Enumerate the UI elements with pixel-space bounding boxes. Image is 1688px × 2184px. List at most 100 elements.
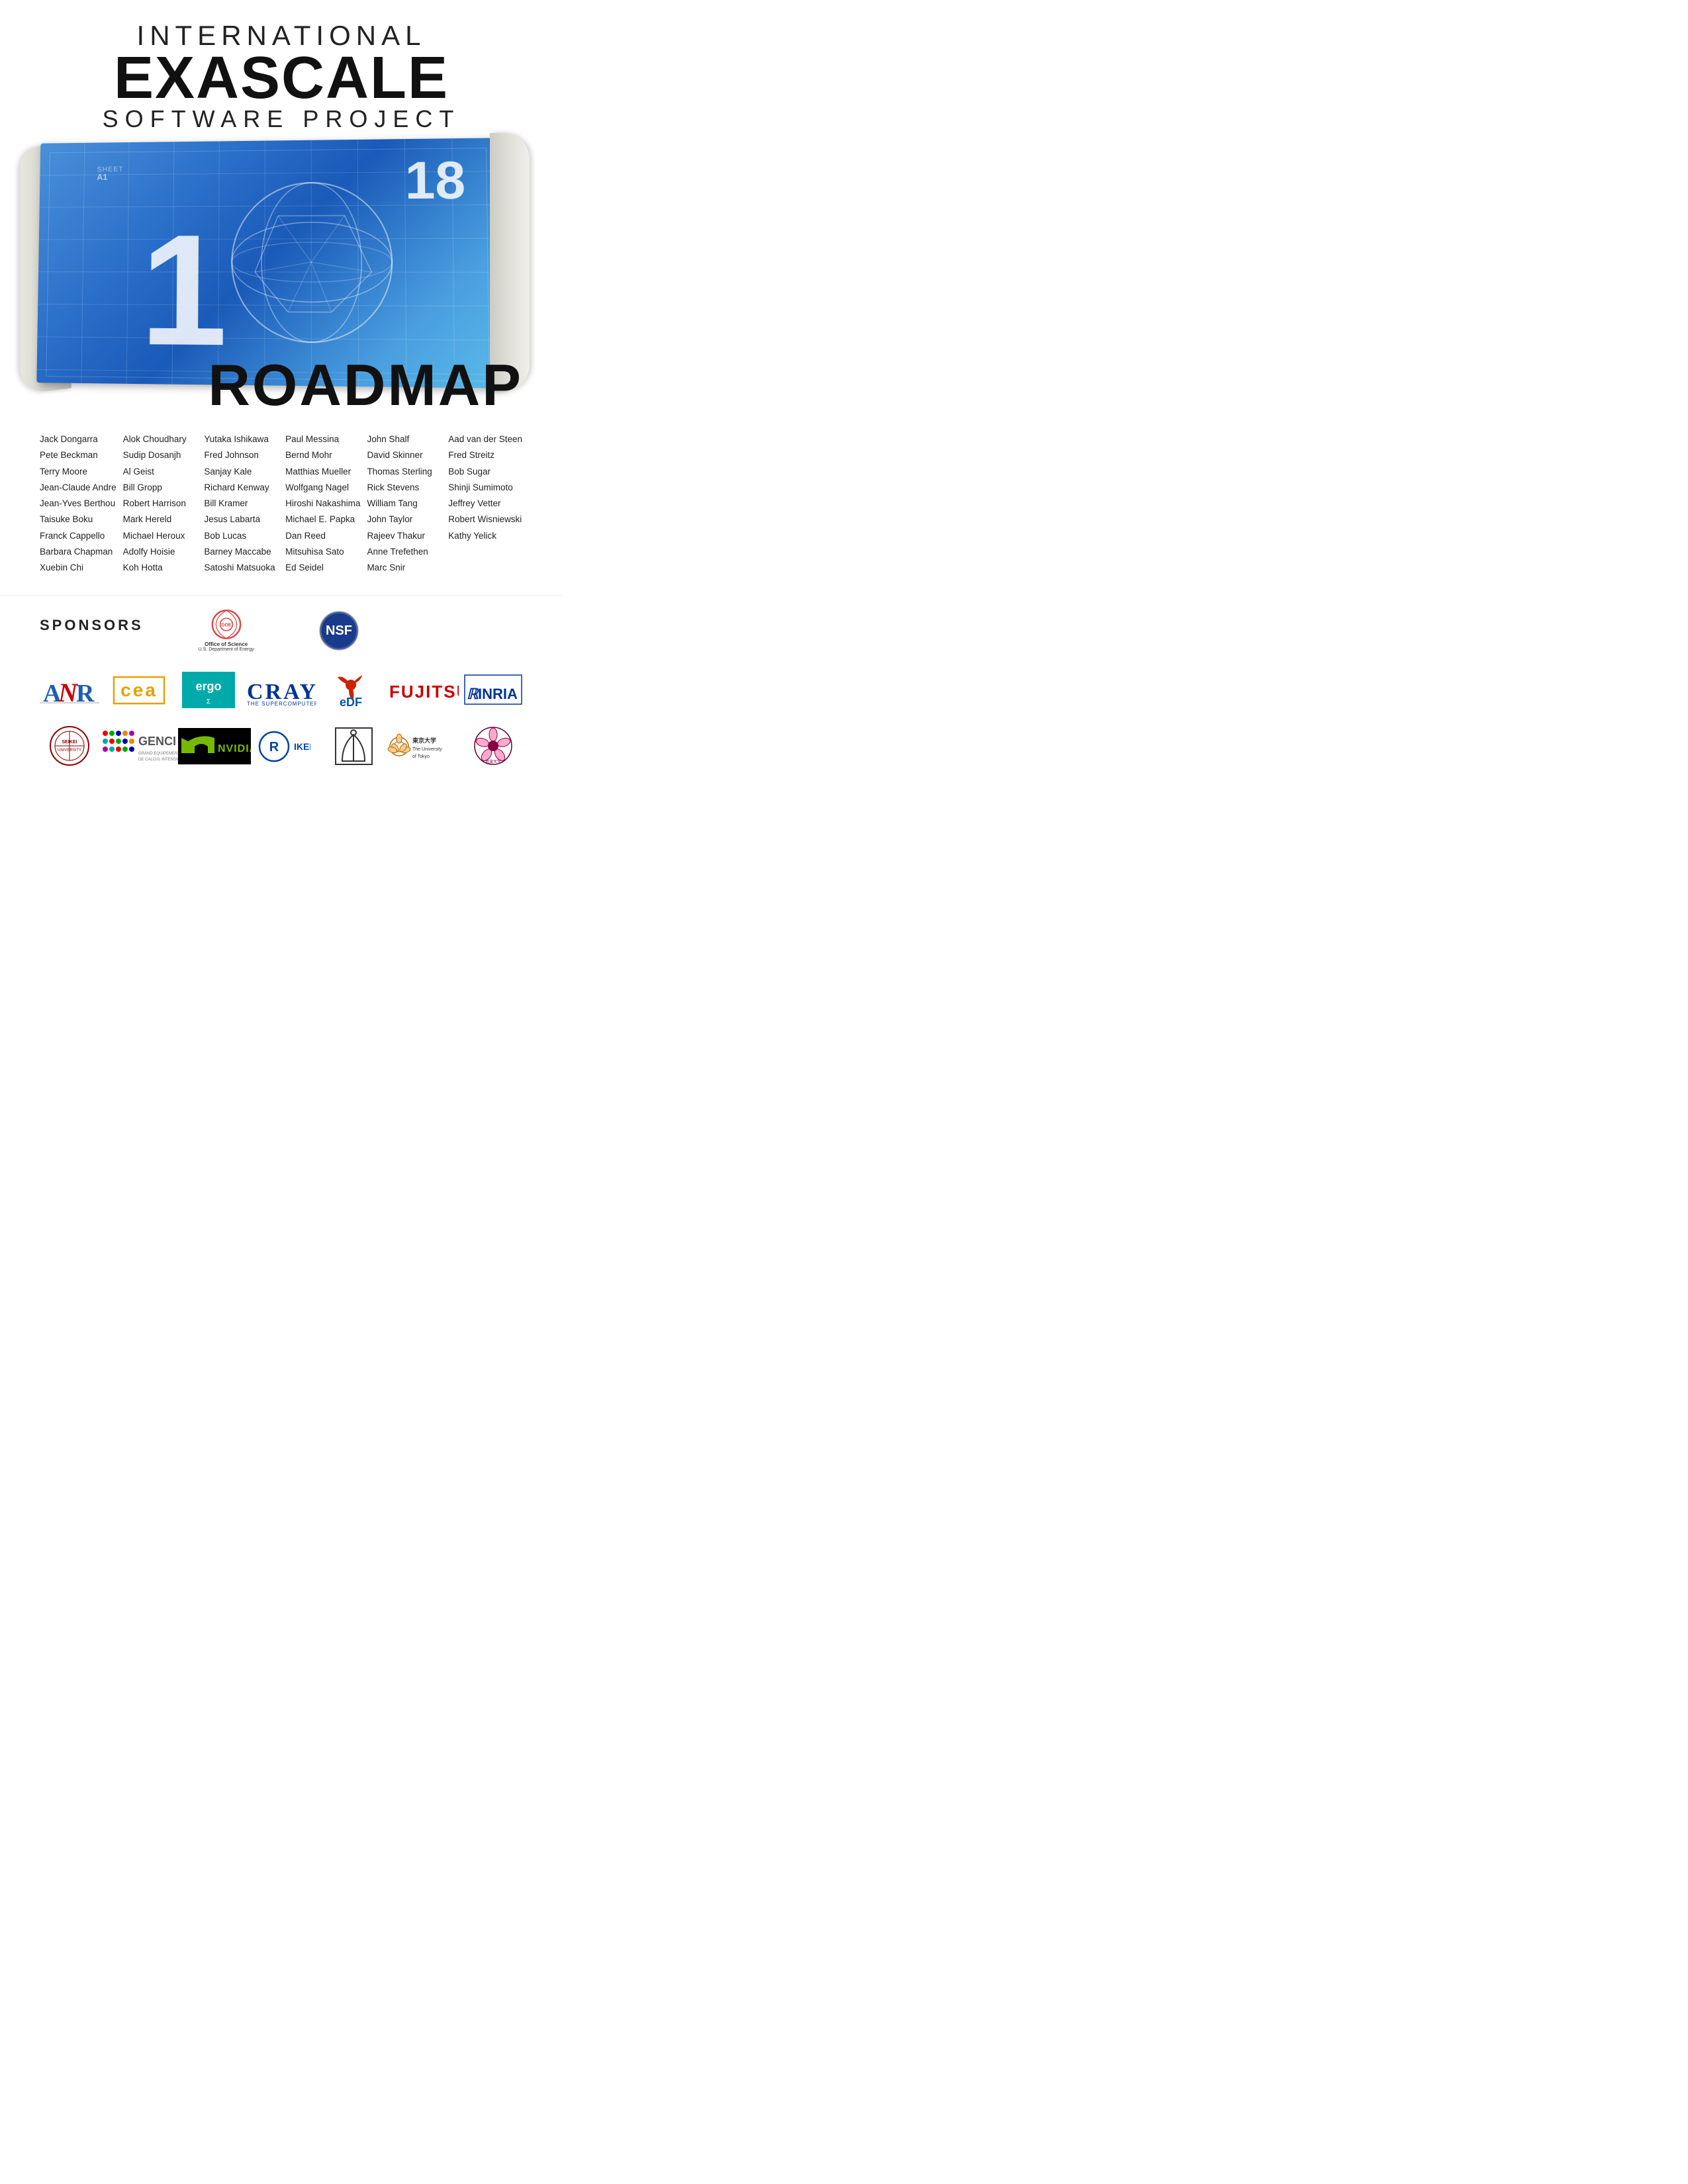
names-column-1: Jack Dongarra Pete Beckman Terry Moore J…: [40, 432, 117, 575]
sponsors-header: SPONSORS: [40, 617, 144, 634]
title-roadmap: ROADMAP: [0, 351, 523, 419]
svg-text:DE CALCUL INTENSIF: DE CALCUL INTENSIF: [138, 758, 180, 762]
name-item: Richard Kenway: [204, 480, 279, 495]
svg-text:ergo: ergo: [195, 680, 221, 693]
svg-text:筑波大学: 筑波大学: [485, 759, 501, 764]
names-column-4: Paul Messina Bernd Mohr Matthias Mueller…: [285, 432, 360, 575]
name-item: Jean-Yves Berthou: [40, 496, 117, 511]
svg-text:DOE: DOE: [221, 623, 232, 628]
name-item: Jean-Claude Andre: [40, 480, 117, 495]
name-item: Thomas Sterling: [367, 465, 442, 479]
name-item: Fred Streitz: [448, 448, 523, 463]
name-item: Terry Moore: [40, 465, 117, 479]
cray-logo: CRAY THE SUPERCOMPUTER COMPANY: [248, 668, 311, 711]
name-item: Jack Dongarra: [40, 432, 117, 447]
name-item: Mitsuhisa Sato: [285, 545, 360, 559]
name-item: Dan Reed: [285, 529, 360, 543]
name-item: Barney Maccabe: [204, 545, 279, 559]
name-item: Aad van der Steen: [448, 432, 523, 447]
name-item: Al Geist: [123, 465, 198, 479]
riken-logo: R IKEN: [254, 725, 314, 768]
name-item: Pete Beckman: [40, 448, 117, 463]
name-item: Michael E. Papka: [285, 512, 360, 527]
names-column-2: Alok Choudhary Sudip Dosanjh Al Geist Bi…: [123, 432, 198, 575]
name-item: Adolfy Hoisie: [123, 545, 198, 559]
names-section: Jack Dongarra Pete Beckman Terry Moore J…: [0, 419, 563, 588]
svg-text:INRIA: INRIA: [478, 686, 518, 702]
svg-text:FUJITSU: FUJITSU: [389, 682, 459, 702]
name-item: Paul Messina: [285, 432, 360, 447]
svg-text:GENCI: GENCI: [138, 735, 176, 748]
name-item: William Tang: [367, 496, 442, 511]
svg-text:SEIKEI: SEIKEI: [62, 740, 77, 745]
name-item: Taisuke Boku: [40, 512, 117, 527]
name-item: Bob Lucas: [204, 529, 279, 543]
name-item: Kathy Yelick: [448, 529, 523, 543]
svg-text:NVIDIA: NVIDIA: [218, 743, 251, 754]
svg-text:eDF: eDF: [340, 696, 362, 708]
doe-logo: DOE Office of Science U.S. Department of…: [197, 609, 256, 652]
name-item: Matthias Mueller: [285, 465, 360, 479]
name-item: Ed Seidel: [285, 561, 360, 575]
cea-logo: cea: [109, 668, 169, 711]
name-item: Sanjay Kale: [204, 465, 279, 479]
name-item: Sudip Dosanjh: [123, 448, 198, 463]
name-item: Bill Kramer: [204, 496, 279, 511]
name-item: Michael Heroux: [123, 529, 198, 543]
name-item: Robert Harrison: [123, 496, 198, 511]
name-item: Xuebin Chi: [40, 561, 117, 575]
name-item: Fred Johnson: [204, 448, 279, 463]
sponsors-section: SPONSORS DOE Office of Science U.S. Depa…: [0, 595, 563, 781]
name-item: Bob Sugar: [448, 465, 523, 479]
edf-logo: eDF: [321, 668, 381, 711]
name-item: Wolfgang Nagel: [285, 480, 360, 495]
svg-text:cea: cea: [120, 680, 158, 700]
nsf-logo: NSF: [309, 609, 369, 652]
name-item: David Skinner: [367, 448, 442, 463]
cryo-logo: ergo Σ: [179, 668, 238, 711]
genci-logo: GENCI GRAND EQUIPEMENT NATIONAL DE CALCU…: [109, 725, 175, 768]
name-item: Satoshi Matsuoka: [204, 561, 279, 575]
name-item: Alok Choudhary: [123, 432, 198, 447]
arch-logo: [324, 725, 383, 768]
name-item: Marc Snir: [367, 561, 442, 575]
seikei-logo: SEIKEI UNIVERSITY: [40, 725, 99, 768]
svg-text:of Tokyo: of Tokyo: [412, 754, 430, 759]
name-item: Koh Hotta: [123, 561, 198, 575]
names-column-6: Aad van der Steen Fred Streitz Bob Sugar…: [448, 432, 523, 575]
roadmap-section: ROADMAP: [0, 351, 563, 419]
sponsors-row2: A N R cea ergo Σ CRAY THE SUPE: [40, 668, 523, 711]
name-item: Jesus Labarta: [204, 512, 279, 527]
inria-logo: ℝ INRIA: [463, 668, 523, 711]
name-item: Yutaka Ishikawa: [204, 432, 279, 447]
name-item: Rajeev Thakur: [367, 529, 442, 543]
svg-text:The University: The University: [412, 747, 442, 752]
svg-text:THE SUPERCOMPUTER COMPANY: THE SUPERCOMPUTER COMPANY: [247, 701, 316, 707]
fujitsu-logo: FUJITSU: [391, 668, 453, 711]
svg-text:NSF: NSF: [326, 623, 352, 638]
svg-text:Σ: Σ: [207, 698, 211, 705]
names-column-5: John Shalf David Skinner Thomas Sterling…: [367, 432, 442, 575]
name-item: Bill Gropp: [123, 480, 198, 495]
anr-logo: A N R: [40, 668, 99, 711]
svg-text:UNIVERSITY: UNIVERSITY: [57, 749, 81, 752]
name-item: Jeffrey Vetter: [448, 496, 523, 511]
name-item: Hiroshi Nakashima: [285, 496, 360, 511]
svg-text:A1: A1: [97, 172, 107, 182]
svg-text:GRAND EQUIPEMENT NATIONAL: GRAND EQUIPEMENT NATIONAL: [138, 752, 181, 756]
header-section: INTERNATIONAL EXASCALE SOFTWARE PROJECT: [0, 0, 563, 133]
name-item: Shinji Sumimoto: [448, 480, 523, 495]
svg-text:18: 18: [404, 150, 465, 210]
name-item: Robert Wisniewski: [448, 512, 523, 527]
nvidia-logo: NVIDIA: [185, 725, 245, 768]
tsukuba-logo: 筑波大学: [463, 725, 523, 768]
tokyo-u-logo: 東京大学 The University of Tokyo: [393, 725, 453, 768]
name-item: Bernd Mohr: [285, 448, 360, 463]
name-item: Rick Stevens: [367, 480, 442, 495]
sponsors-row3: SEIKEI UNIVERSITY: [40, 725, 523, 768]
name-item: Franck Cappello: [40, 529, 117, 543]
name-item: John Taylor: [367, 512, 442, 527]
name-item: Anne Trefethen: [367, 545, 442, 559]
name-item: John Shalf: [367, 432, 442, 447]
title-exascale: EXASCALE: [40, 52, 523, 105]
